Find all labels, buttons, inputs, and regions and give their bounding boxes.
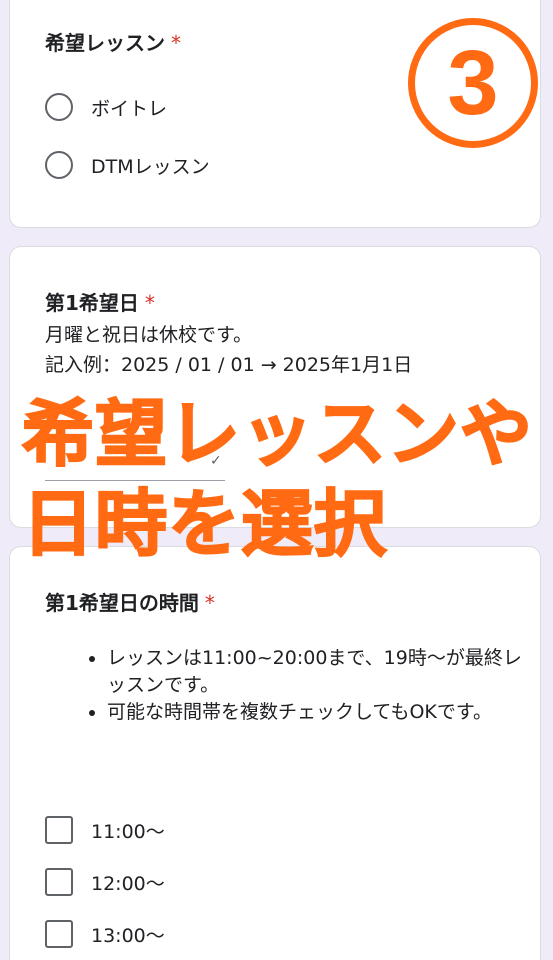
time-option-label: 13:00〜 [91, 924, 165, 947]
required-mark: * [171, 31, 181, 55]
overlay-caption-line1: 希望レッスンや [21, 392, 534, 476]
lesson-option-voice-training[interactable]: ボイトレ [45, 92, 167, 122]
first-time-question-title: 第1希望日の時間 * [45, 587, 215, 616]
time-option-1300[interactable]: 13:00〜 [45, 919, 165, 949]
time-option-label: 12:00〜 [91, 872, 165, 895]
lesson-option-label: DTMレッスン [91, 155, 210, 178]
first-time-question-title-text: 第1希望日の時間 [45, 591, 199, 615]
radio-button[interactable] [45, 93, 73, 121]
required-mark: * [204, 591, 215, 615]
radio-button[interactable] [45, 151, 73, 179]
step-number-badge: 3 [408, 18, 538, 148]
time-note-item: レッスンは11:00~20:00まで、19時〜が最終レッスンです。 [85, 645, 525, 699]
first-date-description-line2: 記入例：2025 / 01 / 01 → 2025年1月1日 [45, 354, 413, 376]
lesson-option-label: ボイトレ [91, 97, 168, 120]
checkbox[interactable] [45, 816, 73, 844]
first-time-question-card: 第1希望日の時間 * レッスンは11:00~20:00まで、19時〜が最終レッスン… [9, 546, 541, 960]
lesson-question-title-text: 希望レッスン [45, 31, 165, 55]
time-option-1100[interactable]: 11:00〜 [45, 815, 165, 845]
first-date-question-title: 第1希望日 * [45, 287, 155, 316]
first-date-question-title-text: 第1希望日 [45, 291, 139, 315]
checkbox[interactable] [45, 920, 73, 948]
overlay-caption-line2: 日時を選択 [21, 482, 388, 566]
required-mark: * [144, 291, 155, 315]
lesson-option-dtm[interactable]: DTMレッスン [45, 150, 210, 180]
time-note-item: 可能な時間帯を複数チェックしてもOKです。 [85, 699, 525, 726]
lesson-question-title: 希望レッスン * [45, 27, 181, 56]
time-option-1200[interactable]: 12:00〜 [45, 867, 165, 897]
time-notes-list: レッスンは11:00~20:00まで、19時〜が最終レッスンです。 可能な時間帯… [85, 645, 525, 726]
time-option-label: 11:00〜 [91, 820, 165, 843]
first-date-description-line1: 月曜と祝日は休校です。 [45, 324, 253, 346]
checkbox[interactable] [45, 868, 73, 896]
date-input-underline[interactable] [45, 480, 225, 481]
